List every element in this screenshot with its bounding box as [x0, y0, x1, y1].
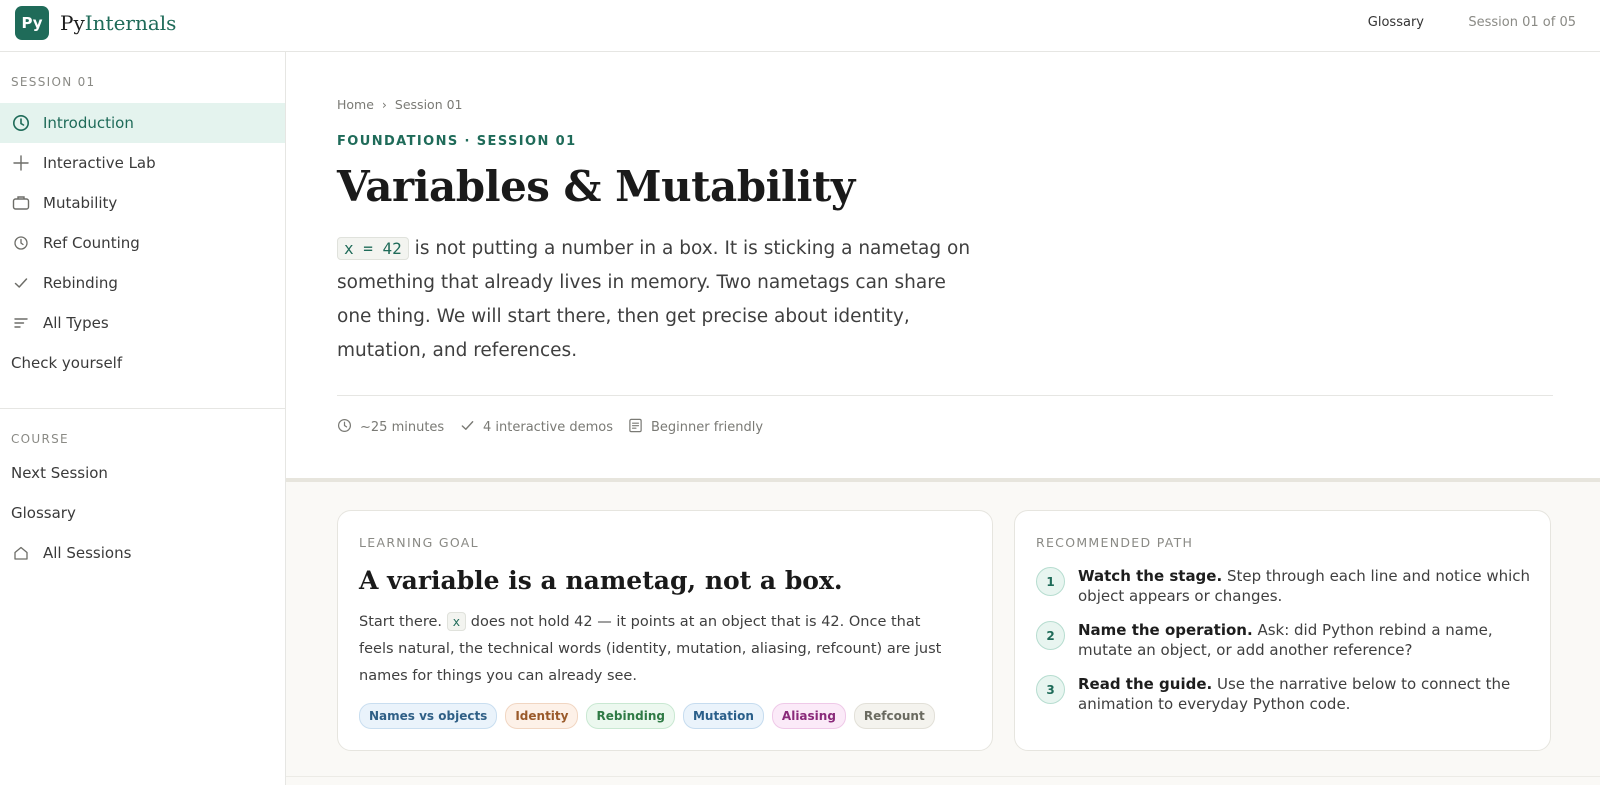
topic-tags: Names vs objects Identity Rebinding Muta… [359, 703, 935, 729]
document-icon [628, 418, 643, 437]
step-text: Watch the stage. Step through each line … [1078, 566, 1533, 606]
session-indicator: Session 01 of 05 [1468, 15, 1576, 30]
inline-code: x [446, 612, 467, 631]
learning-goal-label: LEARNING GOAL [359, 535, 479, 550]
step-title: Name the operation. [1078, 621, 1253, 639]
sidebar-item-interactive-lab[interactable]: Interactive Lab [0, 143, 285, 183]
brand-accent: Internals [84, 11, 177, 35]
step-title: Read the guide. [1078, 675, 1213, 693]
plus-icon [11, 153, 31, 173]
lede-paragraph: x = 42 is not putting a number in a box.… [337, 232, 977, 368]
breadcrumb-current: Session 01 [394, 97, 463, 112]
sidebar-item-introduction[interactable]: Introduction [0, 103, 285, 143]
step-title: Watch the stage. [1078, 567, 1223, 585]
learning-goal-text: Start there. x does not hold 42 — it poi… [359, 608, 959, 690]
recommended-path-card: RECOMMENDED PATH 1 Watch the stage. Step… [1014, 510, 1551, 751]
nav-glossary-link[interactable]: Glossary [1368, 15, 1424, 30]
sidebar-item-label: All Types [43, 314, 109, 332]
check-icon [460, 418, 475, 437]
sidebar-item-all-sessions[interactable]: All Sessions [0, 533, 285, 573]
check-icon [11, 273, 31, 293]
sidebar-item-label: Rebinding [43, 274, 118, 292]
learning-goal-card: LEARNING GOAL A variable is a nametag, n… [337, 510, 993, 751]
tag-identity[interactable]: Identity [505, 703, 579, 729]
clock-icon [337, 418, 352, 437]
recommended-path-label: RECOMMENDED PATH [1036, 535, 1194, 550]
top-bar: Py PyInternals Glossary Session 01 of 05 [0, 0, 1600, 52]
tag-names-vs-objects[interactable]: Names vs objects [359, 703, 498, 729]
tag-aliasing[interactable]: Aliasing [771, 703, 846, 729]
inline-code: x = 42 [337, 237, 409, 260]
meta-duration-text: ~25 minutes [360, 420, 445, 435]
sidebar-item-next-session[interactable]: Next Session [0, 453, 285, 493]
tag-mutation[interactable]: Mutation [682, 703, 764, 729]
sidebar-item-all-types[interactable]: All Types [0, 303, 285, 343]
sidebar-item-rebinding[interactable]: Rebinding [0, 263, 285, 303]
step-number: 3 [1036, 675, 1065, 704]
sidebar-item-label: Check yourself [11, 354, 123, 372]
sidebar-heading-session: SESSION 01 [11, 75, 96, 89]
meta-level: Beginner friendly [628, 418, 763, 437]
logo-badge[interactable]: Py [15, 6, 49, 40]
meta-level-text: Beginner friendly [651, 420, 764, 435]
breadcrumb: Home › Session 01 [337, 97, 463, 112]
path-step: 2 Name the operation. Ask: did Python re… [1036, 620, 1533, 660]
path-step: 1 Watch the stage. Step through each lin… [1036, 566, 1533, 606]
step-text: Read the guide. Use the narrative below … [1078, 674, 1533, 714]
tag-refcount[interactable]: Refcount [853, 703, 935, 729]
sidebar-item-label: Ref Counting [43, 234, 140, 252]
sidebar-heading-course: COURSE [11, 432, 69, 446]
page-title: Variables & Mutability [337, 162, 855, 211]
sidebar-item-glossary[interactable]: Glossary [0, 493, 285, 533]
sidebar-item-ref-counting[interactable]: Ref Counting [0, 223, 285, 263]
lede-text: is not putting a number in a box. It is … [337, 238, 971, 361]
band-bottom-border [286, 776, 1600, 777]
step-text: Name the operation. Ask: did Python rebi… [1078, 620, 1533, 660]
learning-goal-title: A variable is a nametag, not a box. [359, 566, 843, 595]
sidebar-item-label: Introduction [43, 114, 134, 132]
breadcrumb-separator: › [381, 97, 387, 112]
meta-demos-text: 4 interactive demos [483, 420, 613, 435]
meta-duration: ~25 minutes [337, 418, 444, 437]
section-divider [337, 395, 1553, 396]
briefcase-icon [11, 193, 31, 213]
sidebar-item-label: Interactive Lab [43, 154, 156, 172]
sidebar-item-label: Mutability [43, 194, 118, 212]
sidebar-divider [0, 408, 285, 409]
brand-primary: Py [60, 11, 85, 35]
meta-demos: 4 interactive demos [460, 418, 613, 437]
sidebar: SESSION 01 Introduction Interactive Lab … [0, 52, 286, 785]
sidebar-item-label: All Sessions [43, 544, 132, 562]
sidebar-item-mutability[interactable]: Mutability [0, 183, 285, 223]
section-eyebrow: FOUNDATIONS · SESSION 01 [337, 134, 577, 149]
clock-small-icon [11, 233, 31, 253]
path-step: 3 Read the guide. Use the narrative belo… [1036, 674, 1533, 714]
clock-icon [11, 113, 31, 133]
step-number: 2 [1036, 621, 1065, 650]
tag-rebinding[interactable]: Rebinding [586, 703, 675, 729]
sidebar-item-label: Next Session [11, 464, 108, 482]
brand-name[interactable]: PyInternals [60, 11, 176, 35]
breadcrumb-home[interactable]: Home [337, 97, 374, 112]
sidebar-item-check-yourself[interactable]: Check yourself [0, 343, 285, 383]
list-icon [11, 313, 31, 333]
home-icon [11, 543, 31, 563]
step-number: 1 [1036, 567, 1065, 596]
sidebar-item-label: Glossary [11, 504, 76, 522]
goal-text-start: Start there. [359, 614, 447, 630]
